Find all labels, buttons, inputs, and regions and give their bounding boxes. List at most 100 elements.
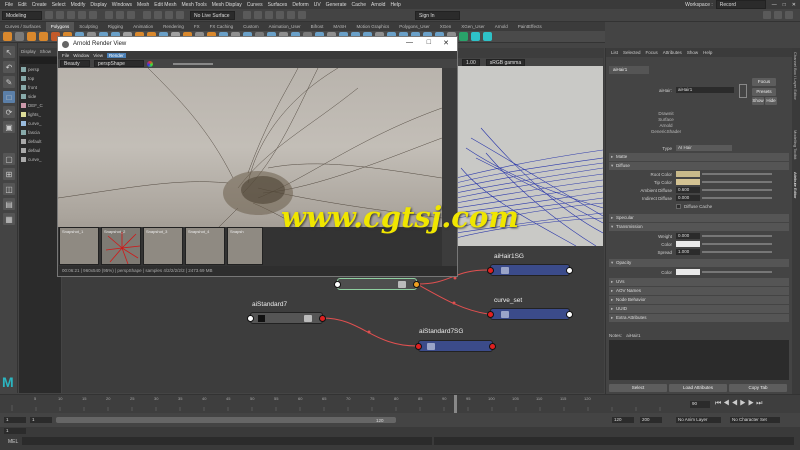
section-uvs[interactable]: UVs [609,278,789,286]
tip-color-slider[interactable] [702,181,772,183]
input-port[interactable] [415,343,422,350]
select-tool-icon[interactable]: ↖ [3,46,15,58]
notes-field[interactable] [609,340,789,380]
outliner-item[interactable]: lights_ [19,110,61,119]
section-diffuse[interactable]: Diffuse [609,162,789,170]
rv-menu-window[interactable]: Window [73,53,89,58]
shelf-tab[interactable]: Animation_User [264,22,306,31]
ae-menu-list[interactable]: List [611,50,618,55]
hypershade-icon[interactable] [287,11,295,19]
modeling-toolkit-icon[interactable] [774,11,782,19]
output-port[interactable] [566,311,573,318]
rgb-channels-icon[interactable] [147,60,153,67]
undo-icon[interactable] [78,11,86,19]
shelf-tab-active[interactable]: Polygons [45,22,75,31]
ae-menu-selected[interactable]: Selected [623,50,641,55]
shelf-tab[interactable]: PaintEffects [513,22,547,31]
input-port[interactable] [247,315,254,322]
menu-create[interactable]: Create [32,2,47,8]
rotate-tool-icon[interactable]: ⟳ [3,106,15,118]
ae-menu-help[interactable]: Help [703,50,712,55]
rv-menu-render[interactable]: Render [106,52,126,58]
root-color-slider[interactable] [702,173,772,175]
mel-input[interactable] [22,437,432,445]
redo-icon[interactable] [89,11,97,19]
new-scene-icon[interactable] [45,11,53,19]
shelf-tab[interactable]: Motion Graphics [351,22,394,31]
menu-surfaces[interactable]: Surfaces [268,2,288,8]
render-view-titlebar[interactable]: Arnold Render View — □ ✕ [58,37,457,51]
outliner-item[interactable]: curve_ [19,155,61,164]
section-node-behavior[interactable]: Node Behavior [609,296,789,304]
maximize-icon[interactable]: □ [427,39,431,46]
ae-menu-focus[interactable]: Focus [646,50,658,55]
ambient-diffuse-field[interactable]: 0.600 [676,187,700,193]
menu-mesh[interactable]: Mesh [137,2,149,8]
mode-dropdown[interactable]: Modeling [2,10,42,20]
outliner-item[interactable]: top [19,74,61,83]
close-icon[interactable]: ✕ [443,39,449,47]
input-port[interactable] [487,311,494,318]
outliner-item[interactable]: fascia [19,128,61,137]
shelf-tool-icon[interactable] [471,32,480,41]
four-view-icon[interactable]: ⊞ [3,168,15,180]
select-hierarchy-icon[interactable] [105,11,113,19]
frame-field[interactable]: 1 [4,428,26,434]
menu-file[interactable]: File [5,2,13,8]
presets-button[interactable]: Presets [752,88,776,96]
section-opacity[interactable]: Opacity [609,259,789,267]
ae-menu-attributes[interactable]: Attributes [663,50,682,55]
shelf-tab[interactable]: Curves / Surfaces [0,22,46,31]
output-port[interactable] [413,281,420,288]
render-frame-icon[interactable] [254,11,262,19]
shelf-tool-icon[interactable] [483,32,492,41]
tab-channel-box[interactable]: Channel Box / Layer Editor [793,52,798,100]
render-settings-icon[interactable] [276,11,284,19]
menu-display[interactable]: Display [90,2,106,8]
indirect-diffuse-slider[interactable] [702,197,772,199]
snap-surface-icon[interactable] [176,11,184,19]
shelf-tab[interactable]: Sculpting [74,22,103,31]
ai-standard7-sg-node[interactable] [415,340,496,352]
paint-select-icon[interactable]: ✎ [3,76,15,88]
current-time-marker[interactable] [454,395,457,414]
menu-curves[interactable]: Curves [247,2,263,8]
shelf-tool-icon[interactable] [27,32,36,41]
close-icon[interactable]: ✕ [792,2,796,8]
node-tab[interactable]: aiHair1 [609,66,649,74]
root-color-swatch[interactable] [676,171,700,177]
trans-color-slider[interactable] [702,243,772,245]
ipr-render-icon[interactable] [265,11,273,19]
input-port[interactable] [487,267,494,274]
go-to-end-icon[interactable]: ⏭ [756,400,762,407]
lasso-tool-icon[interactable]: ↶ [3,61,15,73]
play-back-icon[interactable]: ◀ [731,400,737,407]
outliner-item[interactable]: defaul [19,146,61,155]
range-start-field[interactable]: 1 [4,417,26,423]
minimize-icon[interactable]: — [406,39,413,46]
tab-attribute-editor[interactable]: Attribute Editor [793,172,798,198]
go-to-start-icon[interactable]: ⏮ [715,400,721,407]
shelf-tab[interactable]: Rendering [158,22,189,31]
attribute-editor-icon[interactable] [785,11,793,19]
snap-grid-icon[interactable] [143,11,151,19]
shelf-tool-icon[interactable] [15,32,24,41]
opacity-color-slider[interactable] [702,271,772,273]
arnold-render-view-window[interactable]: Arnold Render View — □ ✕ File Window Vie… [57,36,458,277]
select-object-icon[interactable] [116,11,124,19]
camera-dropdown[interactable]: perspShape [94,60,144,67]
viewport-color-space[interactable]: sRGB gamma [485,58,526,66]
menu-arnold[interactable]: Arnold [371,2,385,8]
rv-menu-view[interactable]: View [93,53,103,58]
input-port[interactable] [334,281,341,288]
shelf-tool-icon[interactable] [459,32,468,41]
shelf-tab[interactable]: Polygons_User [394,22,435,31]
curve-set-node[interactable] [487,308,573,320]
current-frame-field[interactable]: 90 [690,401,710,408]
trans-weight-slider[interactable] [702,235,772,237]
live-surface-field[interactable]: No Live Surface [190,10,235,20]
section-matte[interactable]: Matte [609,153,789,161]
trans-spread-field[interactable]: 1.000 [676,249,700,255]
shelf-tab[interactable]: FX [189,22,205,31]
tip-color-swatch[interactable] [676,179,700,185]
